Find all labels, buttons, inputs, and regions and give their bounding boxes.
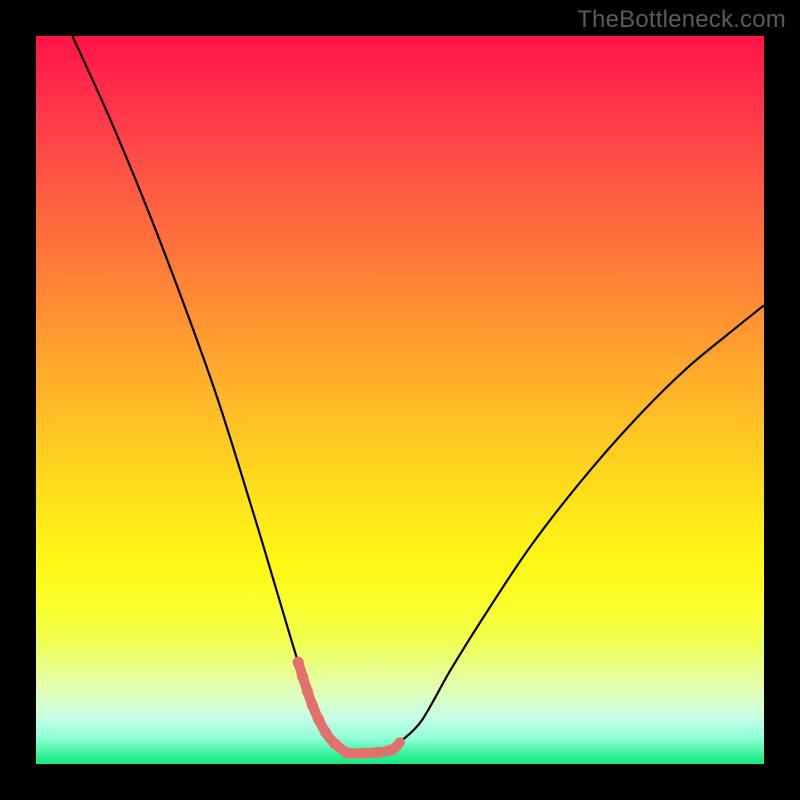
chart-frame: TheBottleneck.com <box>0 0 800 800</box>
chart-plot-area <box>36 36 764 764</box>
bottleneck-curve-highlight-core <box>298 662 400 753</box>
chart-curve-svg <box>36 36 764 764</box>
bottleneck-curve-path <box>72 36 764 753</box>
watermark-label: TheBottleneck.com <box>577 6 786 34</box>
